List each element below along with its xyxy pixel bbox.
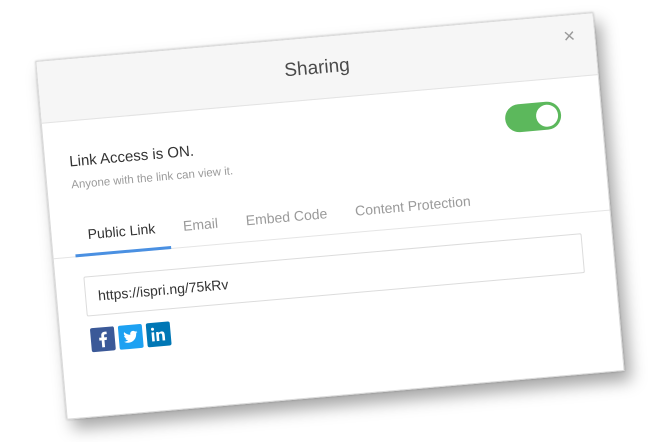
link-access-description: Anyone with the link can view it. [70,165,234,192]
link-access-toggle[interactable] [504,100,563,134]
sharing-dialog: Sharing × Link Access is ON. Anyone with… [35,12,625,420]
twitter-share-button[interactable] [117,323,144,350]
linkedin-icon [150,327,166,342]
facebook-icon [99,331,107,348]
tab-public-link[interactable]: Public Link [71,205,171,258]
close-icon: × [562,24,577,48]
close-button[interactable]: × [560,24,580,48]
screenshot-stage: Sharing × Link Access is ON. Anyone with… [0,0,648,442]
social-share-buttons [89,321,172,353]
tab-email[interactable]: Email [167,200,234,249]
tab-embed-code[interactable]: Embed Code [230,190,343,243]
link-access-status: Link Access is ON. [68,142,195,171]
toggle-knob [535,103,560,128]
tab-content-protection[interactable]: Content Protection [339,178,486,234]
facebook-share-button[interactable] [89,326,116,353]
twitter-icon [123,330,138,343]
linkedin-share-button[interactable] [145,321,172,348]
public-link-url: https://ispri.ng/75kRv [97,276,229,304]
